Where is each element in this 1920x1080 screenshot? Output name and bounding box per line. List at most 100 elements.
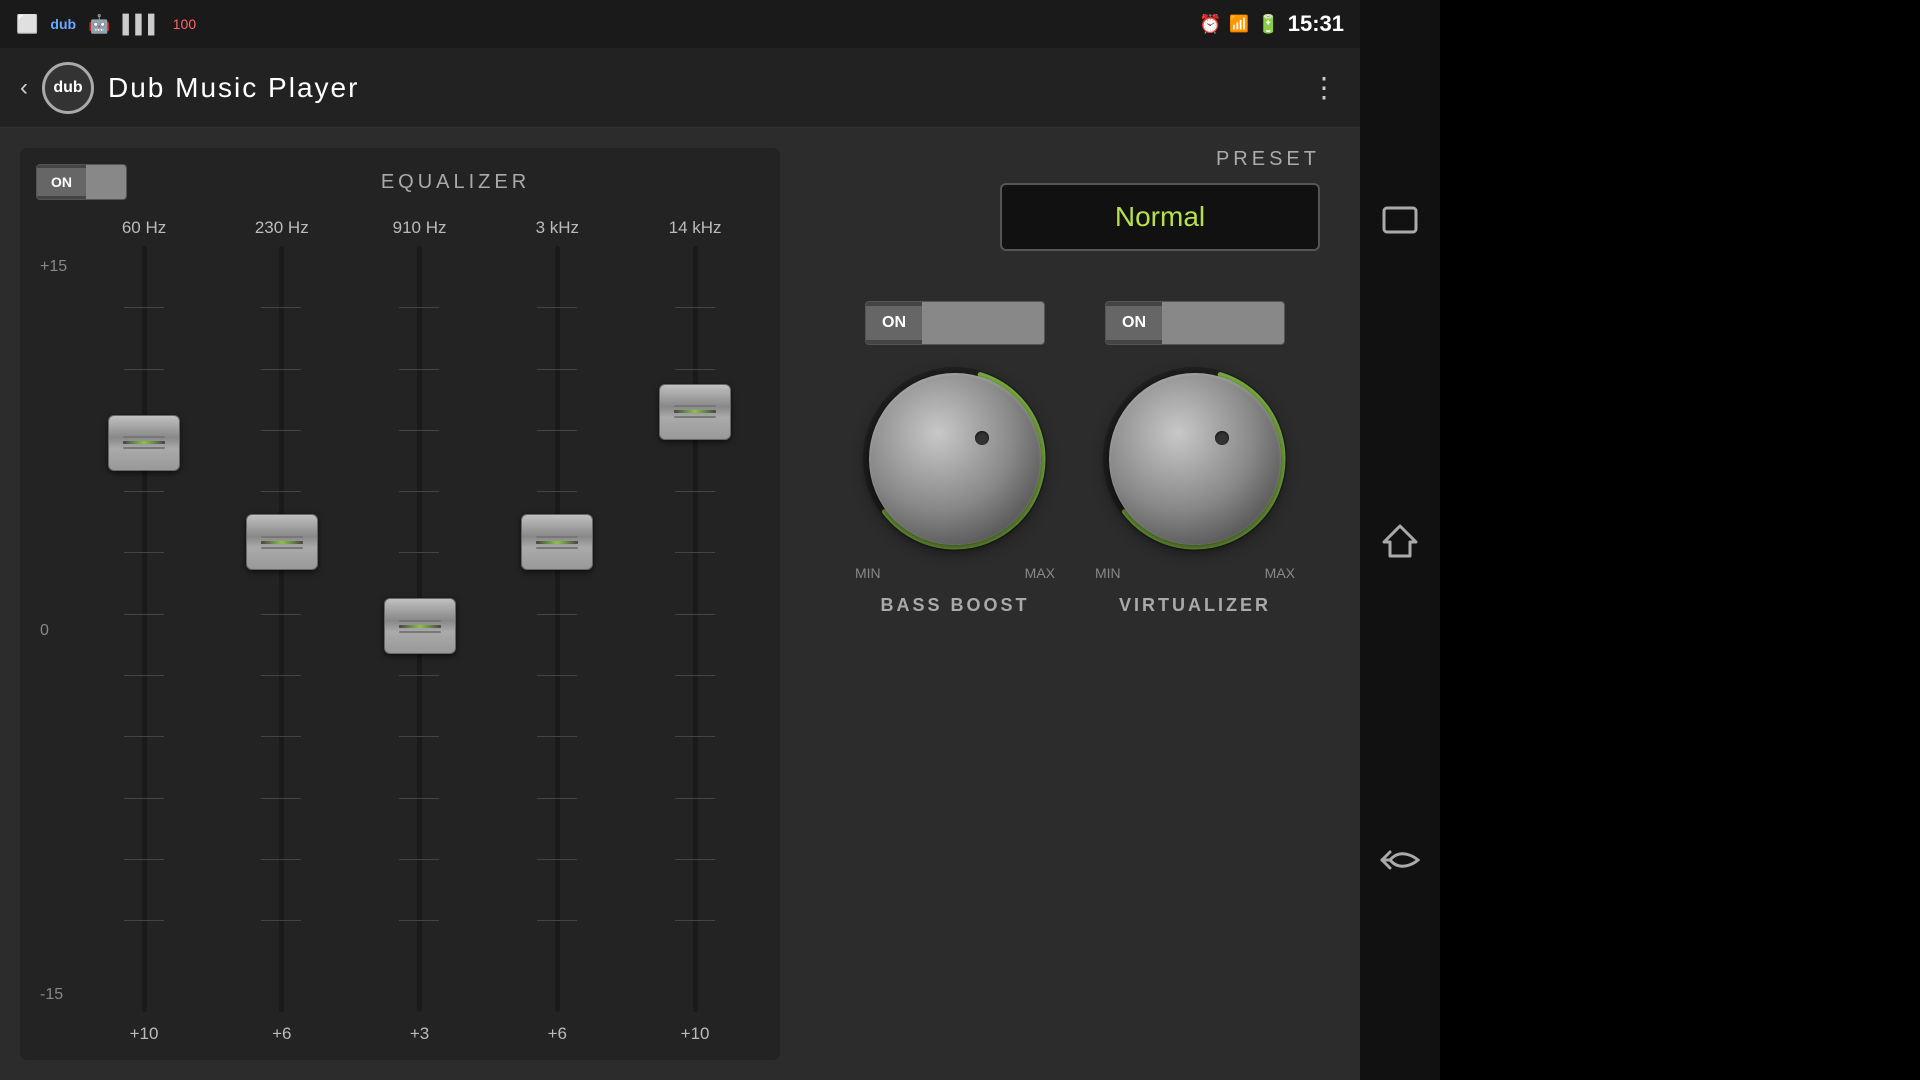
- bass-boost-min-label: MIN: [855, 565, 881, 581]
- bass-boost-section: ON M: [855, 301, 1055, 616]
- virtualizer-toggle[interactable]: ON: [1105, 301, 1285, 345]
- fader-green-line-3k: [536, 541, 578, 544]
- virtualizer-section: ON MIN MAX: [1095, 301, 1295, 616]
- effects-row: ON M: [810, 301, 1340, 1060]
- back-nav-button[interactable]: [1370, 830, 1430, 890]
- bass-boost-toggle-label[interactable]: ON: [866, 306, 922, 340]
- fader-line-gray-14k-2: [674, 416, 716, 418]
- fader-track-line-230hz: [279, 246, 284, 1012]
- preset-button[interactable]: Normal: [1000, 183, 1320, 251]
- fader-track-line-14khz: [693, 246, 698, 1012]
- fader-line-gray-910-2: [399, 631, 441, 633]
- status-bar-right: ⏰ 📶 🔋 15:31: [1199, 11, 1344, 37]
- recent-apps-button[interactable]: [1370, 190, 1430, 250]
- bass-boost-knob-container: [855, 359, 1055, 559]
- signal-icon: 📶: [1229, 14, 1249, 34]
- android-icon: 🤖: [88, 14, 110, 35]
- virtualizer-knob[interactable]: [1109, 373, 1281, 545]
- status-bar: ⬜ dub 🤖 ▌▌▌ 100 ⏰ 📶 🔋 15:31: [0, 0, 1360, 48]
- back-button[interactable]: ‹: [20, 74, 28, 102]
- fader-3khz: 3 kHz: [488, 218, 626, 1044]
- app-logo: dub: [42, 62, 94, 114]
- eq-panel: ON EQUALIZER +15 0 -15 60 Hz: [20, 148, 780, 1060]
- fader-track-230hz[interactable]: [213, 246, 351, 1012]
- alarm-icon: ⏰: [1199, 14, 1221, 35]
- eq-toggle-slider[interactable]: [86, 164, 126, 200]
- fader-line-gray-2: [123, 447, 165, 449]
- bass-boost-toggle[interactable]: ON: [865, 301, 1045, 345]
- bass-boost-name: BASS BOOST: [880, 595, 1029, 616]
- nav-sidebar: [1360, 0, 1440, 1080]
- fader-line-gray-230: [261, 536, 303, 538]
- freq-label-230hz: 230 Hz: [255, 218, 309, 238]
- value-230hz: +6: [272, 1024, 291, 1044]
- eq-toggle-on-label[interactable]: ON: [37, 168, 86, 196]
- fader-green-line-14k: [674, 410, 716, 413]
- fader-line-gray-3k: [536, 536, 578, 538]
- virtualizer-knob-indicator: [1215, 431, 1229, 445]
- fader-green-line-910: [399, 625, 441, 628]
- fader-thumb-14khz[interactable]: [659, 384, 731, 440]
- virtualizer-min-label: MIN: [1095, 565, 1121, 581]
- header-left: ‹ dub Dub Music Player: [20, 62, 359, 114]
- freq-label-910hz: 910 Hz: [393, 218, 447, 238]
- menu-button[interactable]: ⋮: [1310, 71, 1340, 104]
- eq-toggle[interactable]: ON: [36, 164, 127, 200]
- bass-boost-knob[interactable]: [869, 373, 1041, 545]
- fader-line-gray-14k: [674, 405, 716, 407]
- fader-track-3khz[interactable]: [488, 246, 626, 1012]
- value-910hz: +3: [410, 1024, 429, 1044]
- status-bar-left: ⬜ dub 🤖 ▌▌▌ 100: [16, 14, 196, 35]
- fader-line-gray-910: [399, 620, 441, 622]
- preset-label: PRESET: [1216, 148, 1320, 171]
- app-header: ‹ dub Dub Music Player ⋮: [0, 48, 1360, 128]
- fader-track-910hz[interactable]: [351, 246, 489, 1012]
- fader-track-line-60hz: [142, 246, 147, 1012]
- bass-boost-max-label: MAX: [1025, 565, 1055, 581]
- fader-track-line-3khz: [555, 246, 560, 1012]
- virtualizer-toggle-label[interactable]: ON: [1106, 306, 1162, 340]
- fader-thumb-3khz[interactable]: [521, 514, 593, 570]
- fader-60hz: 60 Hz: [75, 218, 213, 1044]
- bass-boost-min-max: MIN MAX: [855, 565, 1055, 581]
- fader-230hz: 230 Hz: [213, 218, 351, 1044]
- fader-line-gray-3k-2: [536, 547, 578, 549]
- main-content: ON EQUALIZER +15 0 -15 60 Hz: [0, 128, 1360, 1080]
- eq-scale: +15 0 -15: [36, 218, 75, 1044]
- fader-track-60hz[interactable]: [75, 246, 213, 1012]
- scale-zero: 0: [40, 622, 67, 640]
- fader-thumb-60hz[interactable]: [108, 415, 180, 471]
- logo-text: dub: [53, 79, 82, 97]
- fader-thumb-910hz[interactable]: [384, 598, 456, 654]
- virtualizer-min-max: MIN MAX: [1095, 565, 1295, 581]
- fader-14khz: 14 kHz: [626, 218, 764, 1044]
- fader-910hz: 910 Hz: [351, 218, 489, 1044]
- eq-section-label: EQUALIZER: [147, 171, 764, 194]
- fader-line-gray-230-2: [261, 547, 303, 549]
- freq-label-3khz: 3 kHz: [536, 218, 579, 238]
- freq-label-60hz: 60 Hz: [122, 218, 166, 238]
- bass-boost-toggle-slider[interactable]: [922, 301, 1044, 345]
- value-3khz: +6: [548, 1024, 567, 1044]
- scale-plus15: +15: [40, 258, 67, 276]
- faders-container: +15 0 -15 60 Hz: [36, 218, 764, 1044]
- fader-track-14khz[interactable]: [626, 246, 764, 1012]
- battery-icon: 🔋: [1257, 14, 1279, 35]
- app-title: Dub Music Player: [108, 72, 359, 104]
- fader-green-line-230: [261, 541, 303, 544]
- hundred-icon: 100: [173, 16, 196, 32]
- home-button[interactable]: [1370, 510, 1430, 570]
- value-14khz: +10: [681, 1024, 710, 1044]
- dub-icon: dub: [50, 16, 76, 32]
- virtualizer-name: VIRTUALIZER: [1119, 595, 1271, 616]
- virtualizer-toggle-slider[interactable]: [1162, 301, 1284, 345]
- app-container: ⬜ dub 🤖 ▌▌▌ 100 ⏰ 📶 🔋 15:31 ‹ dub Dub Mu…: [0, 0, 1360, 1080]
- right-panel: PRESET Normal ON: [810, 148, 1340, 1060]
- fader-thumb-230hz[interactable]: [246, 514, 318, 570]
- bass-boost-knob-indicator: [975, 431, 989, 445]
- virtualizer-knob-container: [1095, 359, 1295, 559]
- virtualizer-max-label: MAX: [1265, 565, 1295, 581]
- barcode-icon: ▌▌▌: [123, 14, 161, 35]
- fader-line-gray: [123, 436, 165, 438]
- time-display: 15:31: [1288, 11, 1344, 37]
